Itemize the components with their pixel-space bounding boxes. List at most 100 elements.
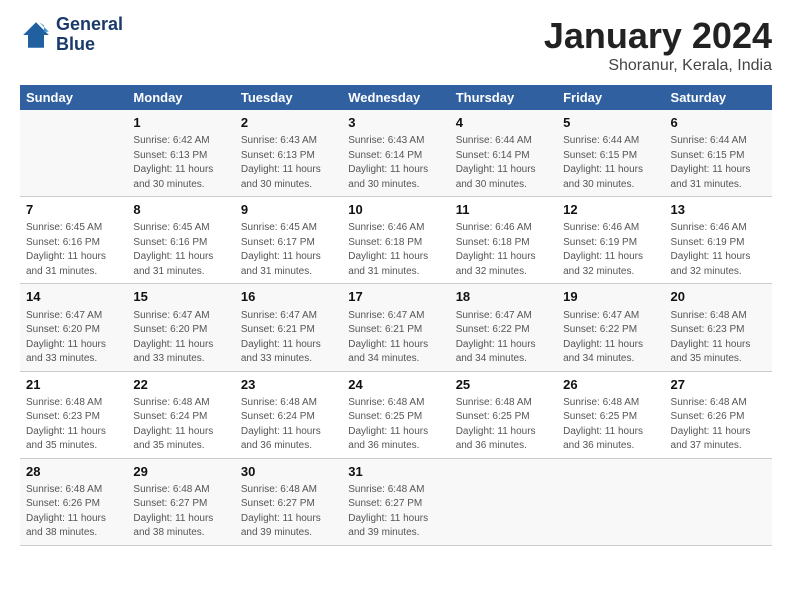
day-info: Sunrise: 6:47 AM Sunset: 6:21 PM Dayligh… [348,309,443,367]
day-info: Sunrise: 6:48 AM Sunset: 6:27 PM Dayligh… [133,483,228,541]
calendar-cell: 20 Sunrise: 6:48 AM Sunset: 6:23 PM Dayli… [665,284,772,371]
calendar-header: SundayMondayTuesdayWednesdayThursdayFrid… [20,85,772,110]
day-info: Sunrise: 6:44 AM Sunset: 6:14 PM Dayligh… [456,134,551,192]
day-info: Sunrise: 6:44 AM Sunset: 6:15 PM Dayligh… [671,134,766,192]
calendar-cell [665,458,772,545]
day-number: 7 [26,201,121,219]
logo-icon [20,19,52,51]
day-number: 6 [671,114,766,132]
day-info: Sunrise: 6:46 AM Sunset: 6:18 PM Dayligh… [348,221,443,279]
calendar-cell: 29 Sunrise: 6:48 AM Sunset: 6:27 PM Dayli… [127,458,234,545]
day-info: Sunrise: 6:45 AM Sunset: 6:17 PM Dayligh… [241,221,336,279]
day-number: 23 [241,376,336,394]
calendar-cell: 12 Sunrise: 6:46 AM Sunset: 6:19 PM Dayli… [557,197,664,284]
day-info: Sunrise: 6:46 AM Sunset: 6:18 PM Dayligh… [456,221,551,279]
calendar-cell: 9Sunrise: 6:45 AM Sunset: 6:17 PM Daylig… [235,197,342,284]
day-number: 16 [241,288,336,306]
day-info: Sunrise: 6:48 AM Sunset: 6:26 PM Dayligh… [671,396,766,454]
day-info: Sunrise: 6:48 AM Sunset: 6:27 PM Dayligh… [348,483,443,541]
logo-line1: General [56,15,123,35]
week-row: 14 Sunrise: 6:47 AM Sunset: 6:20 PM Dayli… [20,284,772,371]
day-info: Sunrise: 6:48 AM Sunset: 6:26 PM Dayligh… [26,483,121,541]
day-number: 15 [133,288,228,306]
day-number: 5 [563,114,658,132]
day-info: Sunrise: 6:46 AM Sunset: 6:19 PM Dayligh… [671,221,766,279]
day-number: 17 [348,288,443,306]
calendar-cell [450,458,557,545]
logo-line2: Blue [56,35,123,55]
day-info: Sunrise: 6:48 AM Sunset: 6:23 PM Dayligh… [26,396,121,454]
day-number: 22 [133,376,228,394]
calendar-cell: 28 Sunrise: 6:48 AM Sunset: 6:26 PM Dayli… [20,458,127,545]
calendar-cell: 31 Sunrise: 6:48 AM Sunset: 6:27 PM Dayli… [342,458,449,545]
calendar-cell: 1 Sunrise: 6:42 AM Sunset: 6:13 PM Daylig… [127,110,234,197]
calendar-cell: 15 Sunrise: 6:47 AM Sunset: 6:20 PM Dayli… [127,284,234,371]
calendar-cell: 6 Sunrise: 6:44 AM Sunset: 6:15 PM Daylig… [665,110,772,197]
day-info: Sunrise: 6:47 AM Sunset: 6:20 PM Dayligh… [133,309,228,367]
header: General Blue January 2024 Shoranur, Kera… [20,15,772,75]
day-info: Sunrise: 6:47 AM Sunset: 6:22 PM Dayligh… [563,309,658,367]
day-number: 29 [133,463,228,481]
calendar-cell: 14 Sunrise: 6:47 AM Sunset: 6:20 PM Dayli… [20,284,127,371]
day-info: Sunrise: 6:48 AM Sunset: 6:23 PM Dayligh… [671,309,766,367]
day-info: Sunrise: 6:46 AM Sunset: 6:19 PM Dayligh… [563,221,658,279]
day-number: 28 [26,463,121,481]
day-number: 4 [456,114,551,132]
calendar-body: 1 Sunrise: 6:42 AM Sunset: 6:13 PM Daylig… [20,110,772,545]
calendar-cell: 11 Sunrise: 6:46 AM Sunset: 6:18 PM Dayli… [450,197,557,284]
day-number: 12 [563,201,658,219]
day-info: Sunrise: 6:48 AM Sunset: 6:25 PM Dayligh… [563,396,658,454]
calendar-cell: 26 Sunrise: 6:48 AM Sunset: 6:25 PM Dayli… [557,371,664,458]
day-info: Sunrise: 6:48 AM Sunset: 6:25 PM Dayligh… [456,396,551,454]
day-number: 1 [133,114,228,132]
calendar-cell: 17 Sunrise: 6:47 AM Sunset: 6:21 PM Dayli… [342,284,449,371]
header-day: Friday [557,85,664,110]
day-number: 20 [671,288,766,306]
calendar-cell: 21 Sunrise: 6:48 AM Sunset: 6:23 PM Dayli… [20,371,127,458]
calendar-cell: 27 Sunrise: 6:48 AM Sunset: 6:26 PM Dayli… [665,371,772,458]
day-number: 25 [456,376,551,394]
week-row: 1 Sunrise: 6:42 AM Sunset: 6:13 PM Daylig… [20,110,772,197]
logo-text: General Blue [56,15,123,55]
calendar-cell [20,110,127,197]
day-info: Sunrise: 6:42 AM Sunset: 6:13 PM Dayligh… [133,134,228,192]
day-number: 19 [563,288,658,306]
day-number: 27 [671,376,766,394]
day-number: 21 [26,376,121,394]
calendar-cell: 10 Sunrise: 6:46 AM Sunset: 6:18 PM Dayli… [342,197,449,284]
day-info: Sunrise: 6:43 AM Sunset: 6:13 PM Dayligh… [241,134,336,192]
day-number: 31 [348,463,443,481]
calendar-cell [557,458,664,545]
week-row: 28 Sunrise: 6:48 AM Sunset: 6:26 PM Dayli… [20,458,772,545]
calendar-cell: 4 Sunrise: 6:44 AM Sunset: 6:14 PM Daylig… [450,110,557,197]
header-day: Tuesday [235,85,342,110]
day-number: 18 [456,288,551,306]
calendar-cell: 8Sunrise: 6:45 AM Sunset: 6:16 PM Daylig… [127,197,234,284]
calendar-cell: 18 Sunrise: 6:47 AM Sunset: 6:22 PM Dayli… [450,284,557,371]
title-block: January 2024 Shoranur, Kerala, India [544,15,772,75]
day-number: 26 [563,376,658,394]
calendar-cell: 16Sunrise: 6:47 AM Sunset: 6:21 PM Dayli… [235,284,342,371]
calendar-cell: 19 Sunrise: 6:47 AM Sunset: 6:22 PM Dayli… [557,284,664,371]
day-info: Sunrise: 6:48 AM Sunset: 6:24 PM Dayligh… [133,396,228,454]
header-day: Saturday [665,85,772,110]
day-info: Sunrise: 6:47 AM Sunset: 6:20 PM Dayligh… [26,309,121,367]
day-info: Sunrise: 6:48 AM Sunset: 6:24 PM Dayligh… [241,396,336,454]
header-day: Monday [127,85,234,110]
day-number: 30 [241,463,336,481]
day-number: 24 [348,376,443,394]
day-number: 3 [348,114,443,132]
day-number: 11 [456,201,551,219]
day-number: 13 [671,201,766,219]
day-info: Sunrise: 6:48 AM Sunset: 6:27 PM Dayligh… [241,483,336,541]
page: General Blue January 2024 Shoranur, Kera… [0,0,792,612]
header-day: Sunday [20,85,127,110]
day-number: 14 [26,288,121,306]
calendar-cell: 5Sunrise: 6:44 AM Sunset: 6:15 PM Daylig… [557,110,664,197]
calendar-cell: 23 Sunrise: 6:48 AM Sunset: 6:24 PM Dayli… [235,371,342,458]
day-info: Sunrise: 6:45 AM Sunset: 6:16 PM Dayligh… [26,221,121,279]
day-number: 10 [348,201,443,219]
day-info: Sunrise: 6:47 AM Sunset: 6:22 PM Dayligh… [456,309,551,367]
calendar-cell: 7 Sunrise: 6:45 AM Sunset: 6:16 PM Daylig… [20,197,127,284]
header-row: SundayMondayTuesdayWednesdayThursdayFrid… [20,85,772,110]
